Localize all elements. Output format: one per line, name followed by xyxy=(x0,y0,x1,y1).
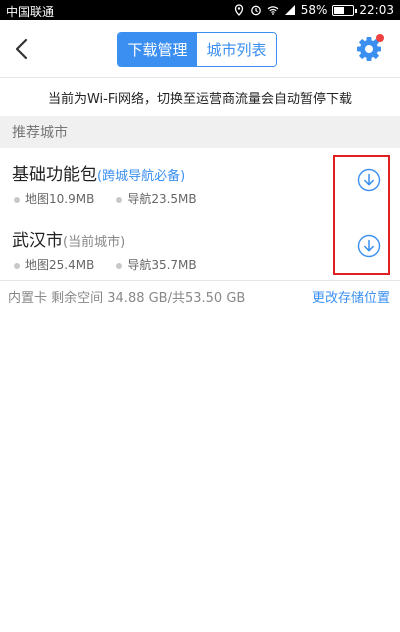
city-hint: (当前城市) xyxy=(63,235,126,250)
clock: 22:03 xyxy=(359,3,394,17)
notification-dot xyxy=(376,34,384,42)
nav-size: 导航35.7MB xyxy=(116,256,196,273)
signal-icon xyxy=(284,5,295,15)
city-title: 武汉市(当前城市) xyxy=(12,226,125,251)
nav-size: 导航23.5MB xyxy=(116,190,196,207)
top-bar: 下载管理 城市列表 xyxy=(0,20,400,78)
battery-percent: 58% xyxy=(300,3,328,17)
battery-icon xyxy=(332,4,358,16)
map-size: 地图25.4MB xyxy=(14,256,94,273)
battery-level xyxy=(334,6,345,14)
storage-info: 内置卡 剩余空间 34.88 GB/共53.50 GB xyxy=(8,291,246,306)
section-header: 推荐城市 xyxy=(0,116,400,148)
tab-city-list[interactable]: 城市列表 xyxy=(197,33,276,66)
change-storage-link[interactable]: 更改存储位置 xyxy=(312,287,390,306)
highlight-box xyxy=(333,155,390,275)
status-icons: 58% 22:03 xyxy=(233,3,394,17)
city-sizes: 地图25.4MB 导航35.7MB xyxy=(14,256,197,273)
city-hint: (跨城导航必备) xyxy=(97,169,186,184)
city-sizes: 地图10.9MB 导航23.5MB xyxy=(14,190,197,207)
tab-switcher: 下载管理 城市列表 xyxy=(117,32,277,67)
city-name: 武汉市 xyxy=(12,231,63,251)
tab-download-manager[interactable]: 下载管理 xyxy=(118,33,197,66)
city-title: 基础功能包(跨城导航必备) xyxy=(12,160,185,185)
city-name: 基础功能包 xyxy=(12,165,97,185)
network-notice: 当前为Wi-Fi网络，切换至运营商流量会自动暂停下载 xyxy=(47,91,352,107)
status-bar: 中国联通 58% 22:03 xyxy=(0,0,400,20)
storage-bar: 内置卡 剩余空间 34.88 GB/共53.50 GB 更改存储位置 xyxy=(0,280,400,310)
back-arrow-icon[interactable] xyxy=(8,34,38,64)
alarm-icon xyxy=(250,5,261,16)
carrier-label: 中国联通 xyxy=(6,5,55,19)
location-icon xyxy=(234,4,243,16)
wifi-icon xyxy=(267,6,279,15)
map-size: 地图10.9MB xyxy=(14,190,94,207)
